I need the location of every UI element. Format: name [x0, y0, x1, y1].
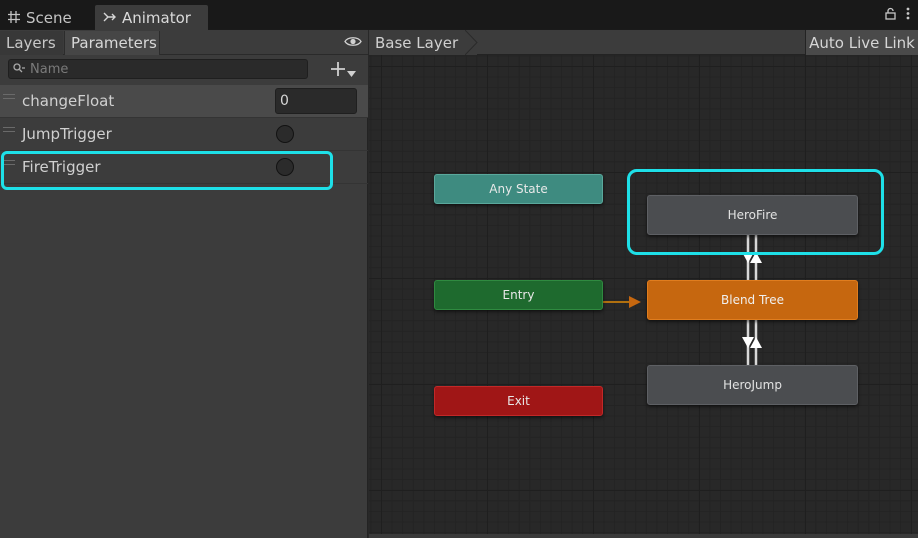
animator-icon — [103, 9, 116, 27]
plus-icon — [330, 58, 346, 83]
breadcrumb-arrow-icon — [465, 30, 478, 55]
parameter-float-field[interactable]: 0 — [275, 88, 357, 114]
parameter-row-firetrigger[interactable]: FireTrigger — [0, 151, 368, 184]
horizontal-scrollbar[interactable] — [369, 534, 918, 538]
state-any-state[interactable]: Any State — [434, 174, 603, 204]
state-entry[interactable]: Entry — [434, 280, 603, 310]
arrow-up-icon — [750, 337, 762, 348]
arrow-up-icon — [750, 252, 762, 263]
drag-handle-icon[interactable] — [3, 160, 15, 165]
window-tab-bar: Scene Animator — [0, 0, 918, 30]
parameter-name: changeFloat — [22, 92, 115, 110]
auto-live-link-button[interactable]: Auto Live Link — [805, 30, 918, 55]
tab-scene-label: Scene — [26, 8, 72, 27]
breadcrumb-label: Base Layer — [375, 33, 459, 52]
add-parameter-button[interactable] — [330, 58, 356, 83]
state-machine-graph[interactable]: Any State Entry Exit HeroFire Blend Tree… — [369, 55, 918, 538]
more-options-icon[interactable] — [906, 7, 910, 20]
eye-icon[interactable] — [344, 35, 362, 52]
parameters-panel: Layers Parameters Name changeFloat 0 Jum… — [0, 30, 368, 538]
panel-subtabs: Layers Parameters — [0, 30, 368, 55]
tab-parameters[interactable]: Parameters — [64, 31, 160, 55]
trigger-radio[interactable] — [276, 158, 294, 176]
state-herojump[interactable]: HeroJump — [647, 365, 858, 405]
search-placeholder: Name — [30, 61, 69, 77]
tab-scene[interactable]: Scene — [0, 5, 94, 30]
arrow-icon — [629, 296, 641, 308]
state-blend-tree[interactable]: Blend Tree — [647, 280, 858, 320]
parameter-row-changefloat[interactable]: changeFloat 0 — [0, 85, 368, 118]
state-herofire[interactable]: HeroFire — [647, 195, 858, 235]
parameter-list: changeFloat 0 JumpTrigger FireTrigger — [0, 85, 368, 184]
breadcrumb[interactable]: Base Layer — [369, 30, 477, 55]
parameter-row-jumptrigger[interactable]: JumpTrigger — [0, 118, 368, 151]
parameter-search-input[interactable]: Name — [8, 59, 308, 79]
state-exit[interactable]: Exit — [434, 386, 603, 416]
tab-animator[interactable]: Animator — [95, 5, 208, 30]
drag-handle-icon[interactable] — [3, 127, 15, 132]
arrow-down-icon — [742, 252, 754, 263]
tab-animator-label: Animator — [122, 8, 191, 27]
trigger-radio[interactable] — [276, 125, 294, 143]
window-controls — [885, 7, 910, 20]
breadcrumb-bar: Base Layer Auto Live Link — [369, 30, 918, 55]
parameter-name: FireTrigger — [22, 158, 101, 176]
chevron-down-icon — [347, 58, 356, 83]
tab-layers[interactable]: Layers — [0, 31, 63, 55]
search-icon — [13, 62, 26, 77]
grid-icon — [8, 9, 20, 27]
animator-graph-panel: Base Layer Auto Live Link Any State Entr… — [369, 30, 918, 538]
arrow-down-icon — [742, 337, 754, 348]
parameter-name: JumpTrigger — [22, 125, 112, 143]
drag-handle-icon[interactable] — [3, 94, 15, 99]
lock-icon[interactable] — [885, 7, 896, 20]
parameter-search-row: Name — [0, 55, 368, 85]
